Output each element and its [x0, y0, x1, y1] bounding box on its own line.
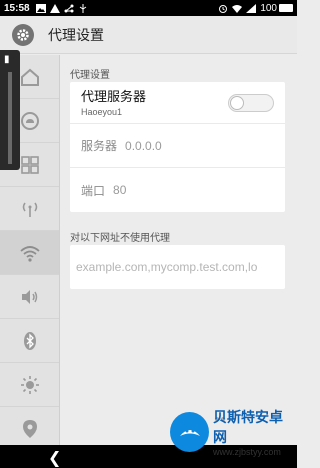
server-field-row[interactable]: 服务器 0.0.0.0 — [70, 124, 285, 168]
sidebar-item-bluetooth[interactable] — [0, 319, 59, 363]
home-icon — [20, 68, 39, 86]
sidebar-item-display[interactable] — [0, 363, 59, 407]
battery-level: 100 — [260, 2, 277, 14]
watermark-url: www.zjbstyy.com — [213, 447, 281, 457]
battery-icon — [279, 4, 293, 12]
share-icon — [64, 4, 74, 12]
wifi-icon — [19, 245, 40, 262]
proxy-server-subtitle: Haoeyou1 — [81, 107, 123, 117]
exclude-card: example.com,mycomp.test.com,lo — [70, 245, 285, 289]
sidebar-item-sound[interactable] — [0, 275, 59, 319]
server-value[interactable]: 0.0.0.0 — [125, 139, 162, 153]
proxy-server-title: 代理服务器 — [81, 89, 147, 104]
volume-track[interactable] — [8, 72, 12, 164]
exclude-section-title: 对以下网址不使用代理 — [70, 233, 170, 244]
proxy-server-row[interactable]: 代理服务器 Haoeyou1 — [70, 82, 285, 124]
cloud-icon — [20, 111, 39, 130]
image-notification-icon — [35, 3, 46, 13]
proxy-card: 代理服务器 Haoeyou1 服务器 0.0.0.0 端口 80 — [70, 82, 285, 212]
location-icon — [22, 419, 37, 438]
sidebar-item-mobile-network[interactable] — [0, 187, 59, 231]
speaker-icon: ▮ — [4, 54, 10, 65]
usb-icon — [79, 3, 86, 13]
proxy-settings-panel: 代理设置 代理服务器 Haoeyou1 服务器 0.0.0.0 端口 80 对以… — [61, 55, 297, 445]
port-value[interactable]: 80 — [113, 183, 126, 197]
wifi-signal-icon — [232, 4, 243, 13]
server-label: 服务器 — [81, 139, 118, 153]
status-time: 15:58 — [4, 2, 30, 14]
page-title: 代理设置 — [48, 26, 104, 43]
brightness-icon — [20, 375, 39, 394]
apps-grid-icon — [20, 155, 39, 174]
toggle-knob — [230, 96, 244, 110]
port-field-row[interactable]: 端口 80 — [70, 168, 285, 212]
status-bar: 15:58 100 — [0, 0, 297, 16]
back-icon[interactable]: ❮ — [48, 448, 61, 468]
title-bar: 代理设置 — [0, 16, 297, 54]
exclude-list-input[interactable]: example.com,mycomp.test.com,lo — [70, 245, 285, 289]
alarm-icon — [219, 4, 228, 13]
settings-gear-icon[interactable] — [12, 23, 34, 46]
volume-slider-overlay[interactable]: ▮ — [0, 50, 20, 170]
warning-icon — [49, 3, 60, 13]
sidebar-item-wifi[interactable] — [0, 231, 59, 275]
watermark-logo-icon — [170, 412, 210, 452]
antenna-icon — [22, 202, 37, 217]
proxy-toggle[interactable] — [228, 94, 274, 112]
bluetooth-icon — [23, 331, 36, 350]
section-title: 代理设置 — [70, 70, 110, 81]
port-label: 端口 — [81, 183, 106, 198]
volume-icon — [21, 289, 37, 304]
cell-signal-icon — [246, 3, 257, 13]
watermark-title: 贝斯特安卓网 — [213, 409, 284, 445]
watermark: 贝斯特安卓网 www.zjbstyy.com — [170, 401, 295, 463]
